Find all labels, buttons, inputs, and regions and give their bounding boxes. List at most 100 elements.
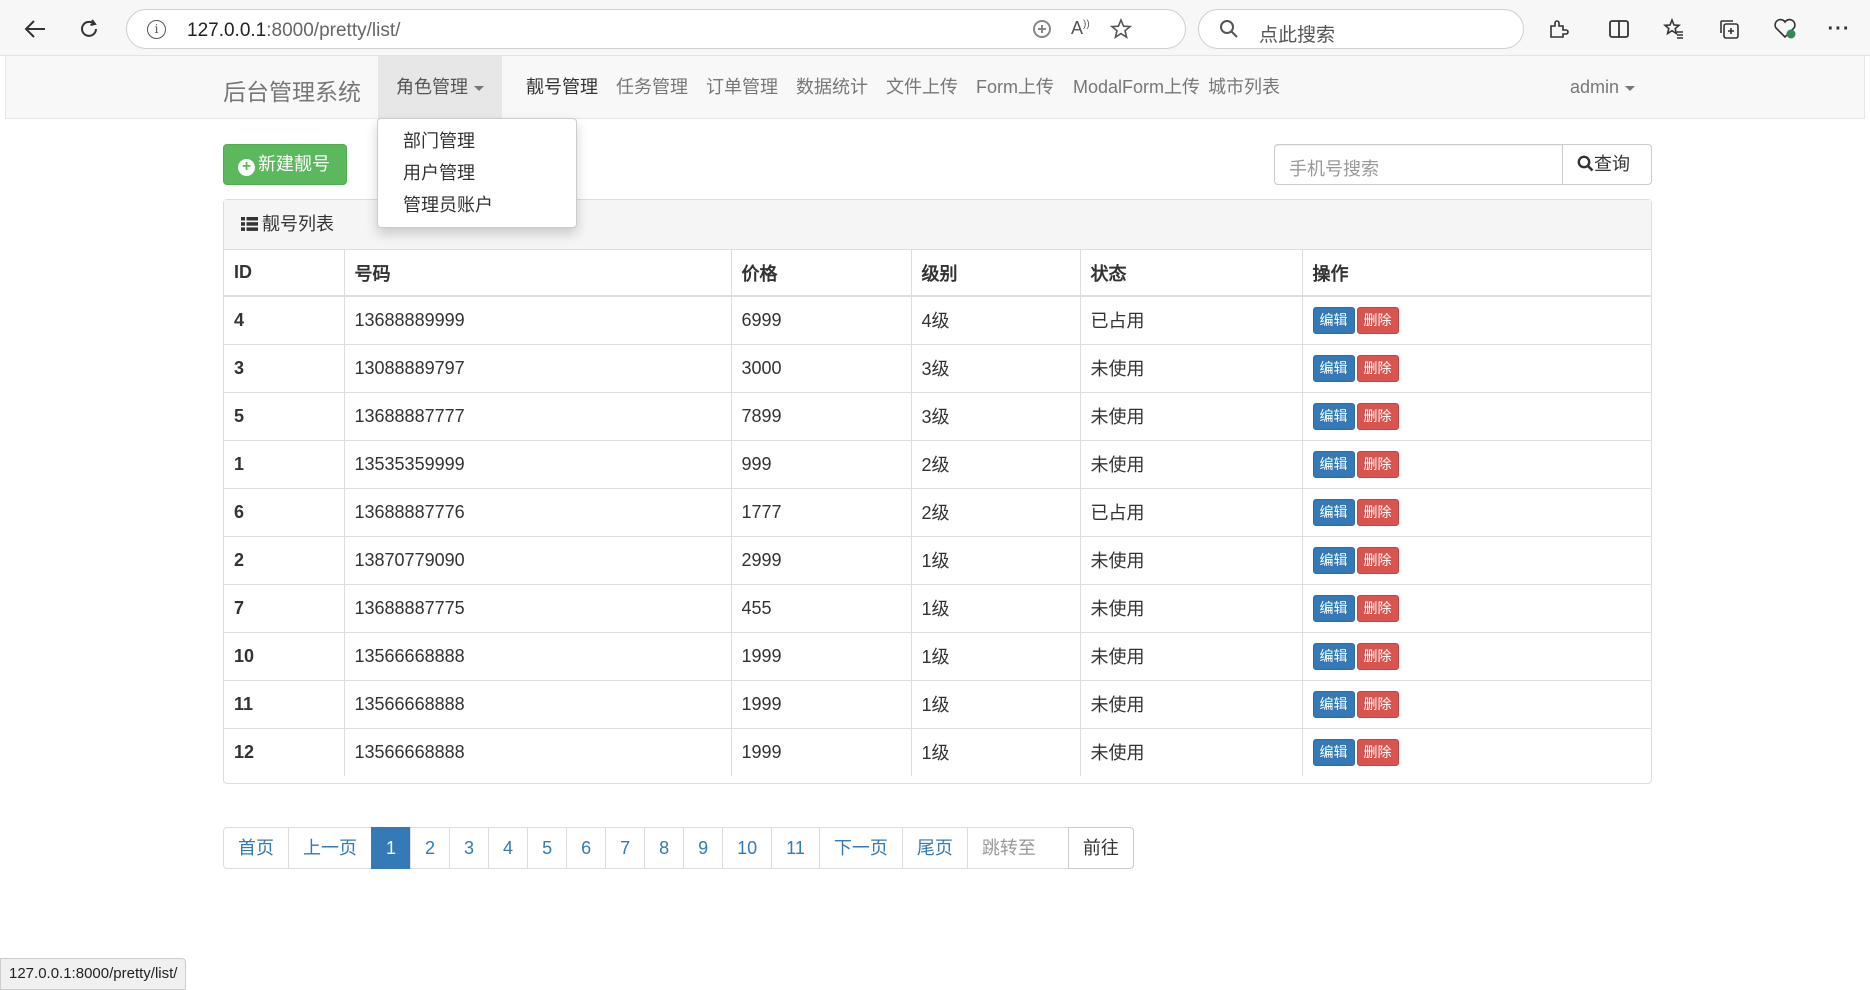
page-6[interactable]: 6 [566, 827, 607, 869]
cell-id: 11 [224, 679, 345, 728]
delete-button[interactable]: 删除 [1356, 498, 1399, 526]
table-row: 6 13688887776 1777 2级 已占用 编辑 删除 [224, 487, 1651, 536]
nav-user-menu[interactable]: admin [1552, 56, 1653, 118]
favorites-icon[interactable] [1657, 12, 1691, 46]
edit-button[interactable]: 编辑 [1312, 354, 1355, 382]
col-header-level: 级别 [911, 250, 1081, 297]
cell-mobile: 13566668888 [344, 727, 732, 776]
phone-search-input[interactable]: 手机号搜索 [1274, 144, 1562, 185]
page-go-button[interactable]: 前往 [1067, 827, 1134, 869]
page-3[interactable]: 3 [449, 827, 490, 869]
reload-icon[interactable] [72, 12, 106, 46]
delete-button[interactable]: 删除 [1356, 546, 1399, 574]
cell-status: 未使用 [1080, 727, 1303, 776]
role-dropdown-menu: 部门管理 用户管理 管理员账户 [377, 118, 577, 228]
brand-link[interactable]: 后台管理系统 [223, 73, 361, 107]
cell-level: 3级 [911, 343, 1081, 392]
site-info-icon[interactable]: i [147, 20, 166, 39]
cell-status: 未使用 [1080, 391, 1303, 440]
edit-button[interactable]: 编辑 [1312, 594, 1355, 622]
cell-level: 1级 [911, 583, 1081, 632]
extensions-icon[interactable] [1541, 12, 1575, 46]
cell-status: 未使用 [1080, 343, 1303, 392]
nav-role-management[interactable]: 角色管理 [378, 56, 502, 118]
page-1[interactable]: 1 [371, 827, 412, 869]
cell-level: 1级 [911, 679, 1081, 728]
edit-button[interactable]: 编辑 [1312, 690, 1355, 718]
cell-mobile: 13535359999 [344, 439, 732, 488]
edit-button[interactable]: 编辑 [1312, 402, 1355, 430]
dropdown-item-user[interactable]: 用户管理 [378, 157, 576, 189]
favorite-star-icon[interactable] [1109, 17, 1133, 46]
page-10[interactable]: 10 [722, 827, 773, 869]
collections-icon[interactable] [1712, 12, 1746, 46]
delete-button[interactable]: 删除 [1356, 690, 1399, 718]
cell-price: 999 [731, 439, 912, 488]
read-aloud-icon[interactable]: A)) [1071, 18, 1090, 39]
cell-actions: 编辑 删除 [1302, 295, 1651, 344]
dropdown-item-admin-account[interactable]: 管理员账户 [378, 189, 576, 221]
translate-icon[interactable] [1031, 18, 1053, 46]
page-next[interactable]: 下一页 [818, 827, 903, 869]
table-row: 4 13688889999 6999 4级 已占用 编辑 删除 [224, 295, 1651, 344]
table-row: 12 13566668888 1999 1级 未使用 编辑 删除 [224, 727, 1651, 776]
page-jump-input[interactable]: 跳转至 [966, 827, 1069, 869]
cell-mobile: 13688889999 [344, 295, 732, 344]
page-first[interactable]: 首页 [223, 827, 289, 869]
edit-button[interactable]: 编辑 [1312, 642, 1355, 670]
table-row: 7 13688887775 455 1级 未使用 编辑 删除 [224, 583, 1651, 632]
address-bar[interactable]: i 127.0.0.1:8000/pretty/list/ A)) [126, 9, 1186, 49]
page-5[interactable]: 5 [527, 827, 568, 869]
cell-price: 1999 [731, 679, 912, 728]
split-screen-icon[interactable] [1602, 12, 1636, 46]
search-button[interactable]: 查询 [1562, 144, 1652, 185]
cell-status: 未使用 [1080, 631, 1303, 680]
page-2[interactable]: 2 [410, 827, 451, 869]
panel-title: 靓号列表 [262, 214, 334, 234]
new-pretty-button[interactable]: + 新建靓号 [223, 144, 347, 185]
delete-button[interactable]: 删除 [1356, 738, 1399, 766]
more-menu-icon[interactable]: ··· [1822, 12, 1856, 46]
cell-level: 2级 [911, 439, 1081, 488]
back-arrow-icon[interactable] [18, 12, 52, 46]
table-row: 3 13088889797 3000 3级 未使用 编辑 删除 [224, 343, 1651, 392]
edit-button[interactable]: 编辑 [1312, 738, 1355, 766]
search-icon [1219, 19, 1239, 44]
col-header-actions: 操作 [1302, 250, 1651, 297]
browser-essentials-icon[interactable] [1768, 12, 1802, 46]
page-9[interactable]: 9 [683, 827, 724, 869]
cell-actions: 编辑 删除 [1302, 487, 1651, 536]
delete-button[interactable]: 删除 [1356, 402, 1399, 430]
page-8[interactable]: 8 [644, 827, 685, 869]
page-7[interactable]: 7 [605, 827, 646, 869]
web-page: 后台管理系统 角色管理 靓号管理 任务管理 订单管理 数据统计 文件上传 For… [5, 56, 1865, 990]
cell-actions: 编辑 删除 [1302, 679, 1651, 728]
col-header-price: 价格 [731, 250, 912, 297]
edit-button[interactable]: 编辑 [1312, 498, 1355, 526]
delete-button[interactable]: 删除 [1356, 306, 1399, 334]
edit-button[interactable]: 编辑 [1312, 546, 1355, 574]
top-navbar: 后台管理系统 角色管理 靓号管理 任务管理 订单管理 数据统计 文件上传 For… [5, 56, 1865, 119]
cell-id: 1 [224, 439, 345, 488]
pretty-table: ID 号码 价格 级别 状态 操作 4 13688889999 6999 4级 已占用编… [224, 250, 1651, 776]
dropdown-item-department[interactable]: 部门管理 [378, 125, 576, 157]
cell-level: 1级 [911, 535, 1081, 584]
edit-button[interactable]: 编辑 [1312, 450, 1355, 478]
delete-button[interactable]: 删除 [1356, 642, 1399, 670]
page-prev[interactable]: 上一页 [288, 827, 372, 869]
cell-price: 6999 [731, 295, 912, 344]
delete-button[interactable]: 删除 [1356, 354, 1399, 382]
page-4[interactable]: 4 [488, 827, 529, 869]
delete-button[interactable]: 删除 [1356, 594, 1399, 622]
page-11[interactable]: 11 [771, 827, 820, 869]
delete-button[interactable]: 删除 [1356, 450, 1399, 478]
page-last[interactable]: 尾页 [901, 827, 968, 869]
nav-city-list[interactable]: 城市列表 [1190, 56, 1298, 118]
cell-status: 未使用 [1080, 439, 1303, 488]
browser-search-bar[interactable]: 点此搜索 [1198, 9, 1524, 49]
status-bar-url: 127.0.0.1:8000/pretty/list/ [0, 958, 187, 990]
cell-actions: 编辑 删除 [1302, 583, 1651, 632]
address-url: 127.0.0.1:8000/pretty/list/ [187, 20, 401, 41]
edit-button[interactable]: 编辑 [1312, 306, 1355, 334]
cell-actions: 编辑 删除 [1302, 631, 1651, 680]
